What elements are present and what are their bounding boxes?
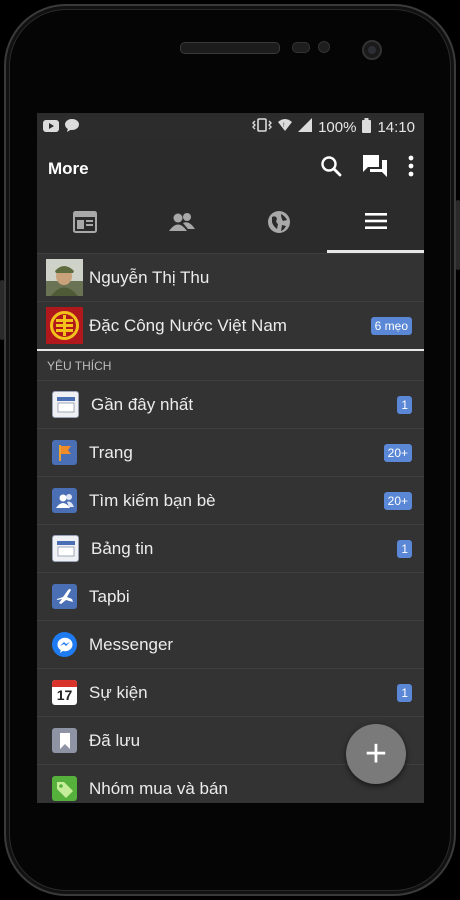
profile-list: Nguyễn Thị Thu Đặc Công Nước Việt Nam 6 … [37,253,424,349]
airplane-icon [52,584,77,609]
tab-menu[interactable] [327,196,424,253]
tab-news-feed[interactable] [37,196,134,253]
list-item-label: Sự kiện [89,682,148,702]
calendar-header [52,680,77,687]
battery-icon [362,117,372,137]
bookmark-icon [52,728,77,753]
plus-icon: + [364,733,388,775]
list-item-find-friends[interactable]: Tìm kiếm bạn bè 20+ [37,476,424,524]
tips-badge: 6 mẹo [370,316,412,335]
count-badge: 1 [397,395,412,414]
page-name: Đặc Công Nước Việt Nam [89,315,287,335]
status-bar: ! 100% 14:10 [37,113,424,141]
count-badge: 1 [397,539,412,558]
list-item-messenger[interactable]: Messenger [37,620,424,668]
tab-globe[interactable] [231,196,328,253]
power-button [456,200,460,270]
count-badge: 1 [397,683,412,702]
list-item-label: Messenger [89,634,174,654]
list-item-label: Tìm kiếm bạn bè [89,490,216,510]
recent-feed-icon [52,391,79,418]
list-item-news-feed[interactable]: Bảng tin 1 [37,524,424,572]
count-badge: 20+ [383,443,412,462]
globe-icon [267,210,291,239]
earpiece-speaker [180,42,280,54]
volume-button [0,280,4,340]
proximity-sensor [292,42,310,53]
signal-icon [298,118,313,136]
clock: 14:10 [377,118,415,136]
light-sensor [318,41,330,53]
battery-percent: 100% [318,118,357,136]
list-item-label: Gần đây nhất [91,394,194,414]
list-item-tapbi[interactable]: Tapbi [37,572,424,620]
friends-icon [168,212,196,237]
wifi-icon: ! [278,118,293,136]
favorites-heading: YÊU THÍCH [37,349,424,380]
calendar-icon: 17 [52,680,77,705]
app-bar: More [37,141,424,196]
price-tag-icon [52,776,77,801]
calendar-day: 17 [56,687,73,703]
list-item-label: Trang [89,442,133,462]
messenger-app-icon [52,632,77,657]
list-item-events[interactable]: 17 Sự kiện 1 [37,668,424,716]
profile-name: Nguyễn Thị Thu [89,267,210,287]
list-item-label: Tapbi [89,586,130,606]
news-feed-icon [52,535,79,562]
list-item-pages[interactable]: Trang 20+ [37,428,424,476]
vibrate-icon [252,118,273,136]
page-row[interactable]: Đặc Công Nước Việt Nam 6 mẹo [37,301,424,349]
tab-bar [37,196,424,253]
find-friends-icon [52,488,77,513]
youtube-icon [43,119,59,136]
search-icon[interactable] [320,155,342,182]
add-button[interactable]: + [346,724,406,784]
tab-friends[interactable] [134,196,231,253]
overflow-menu-icon[interactable] [408,155,414,182]
front-camera [362,40,382,60]
list-item-recent[interactable]: Gần đây nhất 1 [37,380,424,428]
page-title: More [48,158,89,178]
news-feed-icon [73,211,98,238]
profile-row[interactable]: Nguyễn Thị Thu [37,253,424,301]
screen: ! 100% 14:10 More Nguyễn Thị Thu Đặc Côn… [37,113,424,803]
chat-bubble-icon [65,118,79,136]
count-badge: 20+ [383,491,412,510]
pages-flag-icon [52,440,77,465]
avatar [46,259,83,296]
messenger-icon[interactable] [362,154,388,183]
list-item-label: Bảng tin [91,538,154,558]
page-logo [46,307,83,344]
menu-icon [364,212,387,234]
